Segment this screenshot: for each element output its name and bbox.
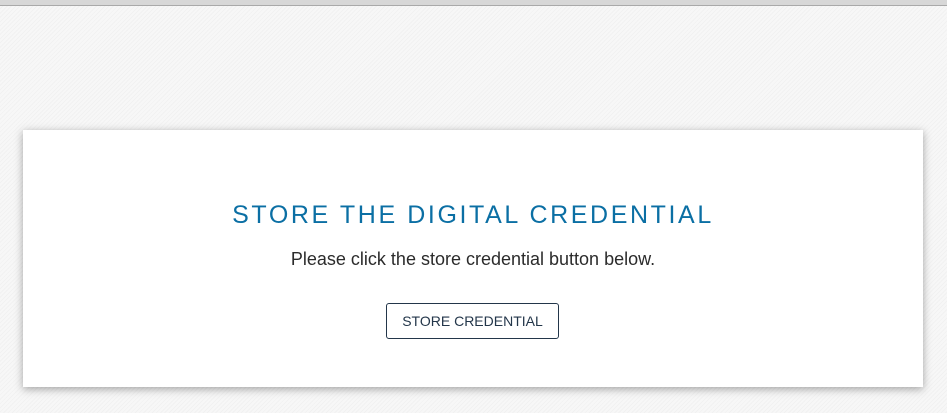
card-title: STORE THE DIGITAL CREDENTIAL [232,201,714,229]
credential-card: STORE THE DIGITAL CREDENTIAL Please clic… [23,130,923,387]
store-credential-button[interactable]: STORE CREDENTIAL [386,303,559,339]
card-instruction: Please click the store credential button… [290,249,656,269]
window-top-border [0,0,947,6]
